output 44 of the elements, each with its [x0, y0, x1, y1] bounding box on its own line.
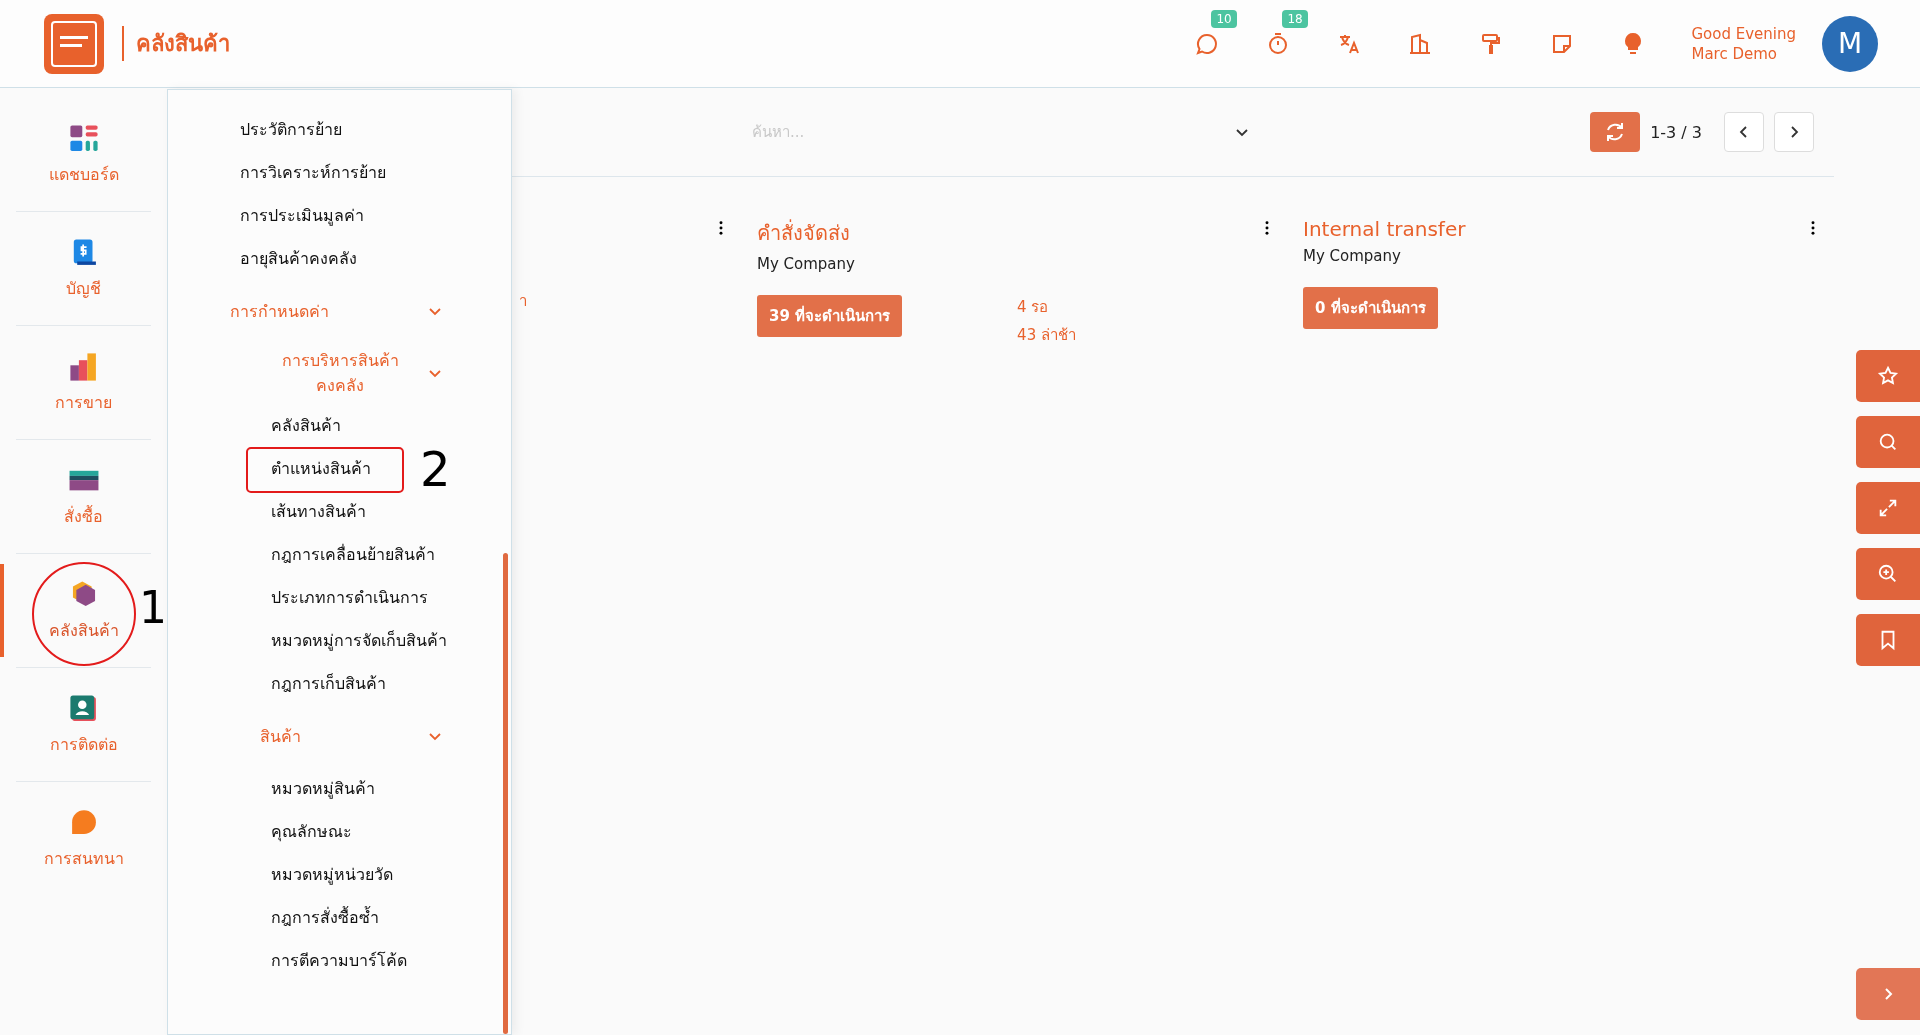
app-nav-item[interactable]: บัญชี — [62, 232, 105, 305]
operation-title[interactable]: Internal transfer — [1303, 217, 1466, 241]
notification-count: 18 — [1282, 9, 1308, 28]
notification-count: 10 — [1211, 9, 1237, 28]
card-text-fragment: า — [519, 291, 527, 312]
status-count-link[interactable]: 4 รอ — [1017, 295, 1076, 319]
menu-section-header[interactable]: การกำหนดค่า — [168, 280, 511, 342]
app-nav-item[interactable]: คลังสินค้า — [44, 574, 123, 647]
app-nav-item[interactable]: การติดต่อ — [45, 688, 122, 761]
menu-item[interactable]: ประเภทการดำเนินการ — [271, 576, 428, 619]
menu-item[interactable]: ประวัติการย้าย — [240, 108, 342, 151]
menu-item[interactable]: หมวดหมู่สินค้า — [271, 767, 375, 810]
menu-item[interactable]: หมวดหมู่หน่วยวัด — [271, 853, 393, 896]
to-process-button[interactable]: 39 ที่จะดำเนินการ — [757, 295, 903, 337]
menu-item[interactable]: กฎการสั่งซื้อซ้ำ — [271, 896, 379, 939]
menu-item[interactable]: เส้นทางสินค้า — [271, 490, 366, 533]
user-avatar[interactable]: M — [1822, 15, 1878, 72]
menu-item[interactable]: การตีความบาร์โค้ด — [271, 939, 407, 982]
menu-item[interactable]: กฎการเก็บสินค้า — [271, 662, 386, 705]
app-nav-item[interactable]: การขาย — [51, 346, 116, 419]
menu-item[interactable]: อายุสินค้าคงคลัง — [240, 237, 357, 280]
app-nav-item[interactable]: แดชบอร์ด — [44, 118, 123, 191]
menu-item[interactable]: ตำแหน่งสินค้า — [271, 447, 371, 490]
app-title: คลังสินค้า — [122, 26, 230, 61]
menu-item[interactable]: การวิเคราะห์การย้าย — [240, 151, 386, 194]
company-name: My Company — [1303, 247, 1402, 265]
to-process-button[interactable]: 0 ที่จะดำเนินการ — [1303, 287, 1438, 329]
pager-range: 1-3 / 3 — [1650, 122, 1702, 142]
user-name: Marc Demo — [1691, 44, 1778, 63]
menu-section-header[interactable]: การบริหารสินค้าคงคลัง — [168, 342, 511, 404]
company-name: My Company — [757, 255, 855, 273]
greeting-text: Good Evening — [1691, 24, 1796, 43]
menu-item[interactable]: คลังสินค้า — [271, 404, 341, 447]
menu-item[interactable]: กฎการเคลื่อนย้ายสินค้า — [271, 533, 435, 576]
app-nav-item[interactable]: การสนทนา — [39, 802, 128, 875]
status-count-link[interactable]: 43 ล่าช้า — [1017, 323, 1076, 347]
menu-section-header[interactable]: สินค้า — [168, 705, 511, 767]
annotation-number: 2 — [420, 445, 451, 493]
app-nav-item[interactable]: สั่งซื้อ — [60, 460, 107, 533]
menu-item[interactable]: คุณลักษณะ — [271, 810, 352, 853]
menu-item[interactable]: การประเมินมูลค่า — [240, 194, 364, 237]
operation-title[interactable]: คำสั่งจัดส่ง — [757, 217, 855, 249]
menu-item[interactable]: หมวดหมู่การจัดเก็บสินค้า — [271, 619, 447, 662]
annotation-number: 1 — [139, 586, 167, 630]
